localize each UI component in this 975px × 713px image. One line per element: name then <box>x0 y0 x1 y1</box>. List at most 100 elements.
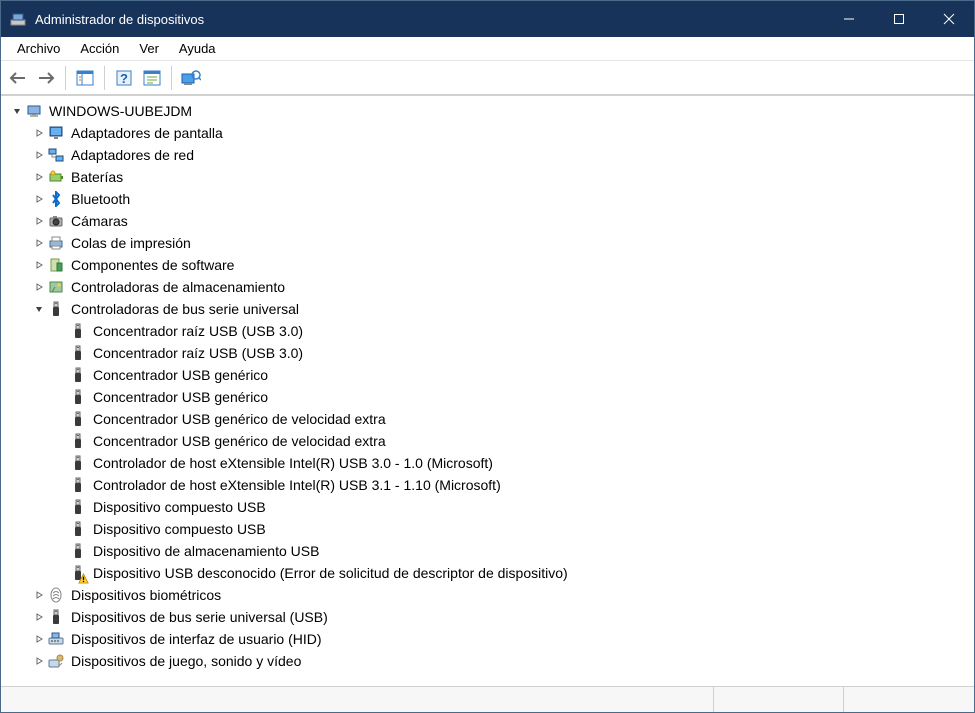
usb-icon <box>69 476 87 494</box>
statusbar <box>1 686 974 712</box>
tree-device-node[interactable]: Concentrador USB genérico de velocidad e… <box>5 408 974 430</box>
tree-node-label: Baterías <box>69 169 123 185</box>
minimize-button[interactable] <box>824 1 874 37</box>
tree-device-node[interactable]: Concentrador raíz USB (USB 3.0) <box>5 320 974 342</box>
tree-category-node[interactable]: Dispositivos de interfaz de usuario (HID… <box>5 628 974 650</box>
toolbar-separator <box>104 66 105 90</box>
tree-category-node[interactable]: Dispositivos de juego, sonido y vídeo <box>5 650 974 672</box>
tree-device-node[interactable]: Dispositivo compuesto USB <box>5 518 974 540</box>
network-icon <box>47 146 65 164</box>
camera-icon <box>47 212 65 230</box>
tree-category-node[interactable]: Dispositivos de bus serie universal (USB… <box>5 606 974 628</box>
tree-node-label: Controlador de host eXtensible Intel(R) … <box>91 477 501 493</box>
expand-icon[interactable] <box>31 279 47 295</box>
usb-icon <box>69 344 87 362</box>
tree-category-node[interactable]: Adaptadores de pantalla <box>5 122 974 144</box>
scan-hardware-button[interactable] <box>178 65 204 91</box>
tree-device-node[interactable]: Concentrador USB genérico <box>5 364 974 386</box>
tree-node-label: Adaptadores de red <box>69 147 194 163</box>
tree-category-node[interactable]: Baterías <box>5 166 974 188</box>
menu-ayuda[interactable]: Ayuda <box>169 39 226 58</box>
tree-node-label: Concentrador USB genérico de velocidad e… <box>91 411 386 427</box>
tree-node-label: Cámaras <box>69 213 128 229</box>
tree-device-node[interactable]: Controlador de host eXtensible Intel(R) … <box>5 474 974 496</box>
tree-root-node[interactable]: WINDOWS-UUBEJDM <box>5 100 974 122</box>
toolbar-separator <box>65 66 66 90</box>
expand-icon[interactable] <box>31 191 47 207</box>
toolbar: ? <box>1 61 974 95</box>
tree-category-node[interactable]: Colas de impresión <box>5 232 974 254</box>
status-cell <box>714 687 844 712</box>
tree-device-node[interactable]: Concentrador USB genérico <box>5 386 974 408</box>
device-manager-icon <box>9 10 27 28</box>
tree-category-node[interactable]: Adaptadores de red <box>5 144 974 166</box>
tree-category-node[interactable]: Controladoras de almacenamiento <box>5 276 974 298</box>
expand-icon[interactable] <box>31 125 47 141</box>
tree-node-label: Dispositivo compuesto USB <box>91 521 266 537</box>
properties-button[interactable] <box>139 65 165 91</box>
tree-node-label: Dispositivos de interfaz de usuario (HID… <box>69 631 322 647</box>
status-cell <box>844 687 974 712</box>
toolbar-separator <box>171 66 172 90</box>
menubar: Archivo Acción Ver Ayuda <box>1 37 974 61</box>
tree-device-node[interactable]: Dispositivo de almacenamiento USB <box>5 540 974 562</box>
tree-device-node[interactable]: Concentrador USB genérico de velocidad e… <box>5 430 974 452</box>
back-button[interactable] <box>5 65 31 91</box>
tree-node-label: Dispositivo USB desconocido (Error de so… <box>91 565 568 581</box>
tree-node-label: Controlador de host eXtensible Intel(R) … <box>91 455 493 471</box>
menu-accion[interactable]: Acción <box>70 39 129 58</box>
tree-category-node[interactable]: Bluetooth <box>5 188 974 210</box>
tree-category-node[interactable]: Controladoras de bus serie universal <box>5 298 974 320</box>
expand-icon[interactable] <box>31 213 47 229</box>
window-title: Administrador de dispositivos <box>35 12 824 27</box>
tree-node-label: Dispositivo de almacenamiento USB <box>91 543 319 559</box>
tree-node-label: Dispositivos de juego, sonido y vídeo <box>69 653 301 669</box>
close-button[interactable] <box>924 1 974 37</box>
tree-node-label: Concentrador USB genérico <box>91 389 268 405</box>
expand-icon[interactable] <box>31 257 47 273</box>
expand-icon[interactable] <box>31 609 47 625</box>
usb-icon <box>69 542 87 560</box>
usb-icon <box>69 322 87 340</box>
expand-icon[interactable] <box>31 235 47 251</box>
tree-device-node[interactable]: Concentrador raíz USB (USB 3.0) <box>5 342 974 364</box>
expand-icon[interactable] <box>31 631 47 647</box>
tree-device-node[interactable]: Dispositivo USB desconocido (Error de so… <box>5 562 974 584</box>
usb-icon <box>69 564 87 582</box>
expand-icon[interactable] <box>31 169 47 185</box>
collapse-icon[interactable] <box>9 103 25 119</box>
expand-icon[interactable] <box>31 147 47 163</box>
tree-node-label: Concentrador raíz USB (USB 3.0) <box>91 345 303 361</box>
expand-icon[interactable] <box>31 587 47 603</box>
tree-category-node[interactable]: Componentes de software <box>5 254 974 276</box>
window-controls <box>824 1 974 37</box>
tree-node-label: Dispositivos de bus serie universal (USB… <box>69 609 328 625</box>
tree-node-label: Bluetooth <box>69 191 130 207</box>
tree-category-node[interactable]: Cámaras <box>5 210 974 232</box>
menu-archivo[interactable]: Archivo <box>7 39 70 58</box>
usb-icon <box>47 608 65 626</box>
titlebar: Administrador de dispositivos <box>1 1 974 37</box>
usb-icon <box>69 498 87 516</box>
tree-node-label: Colas de impresión <box>69 235 191 251</box>
tree-device-node[interactable]: Dispositivo compuesto USB <box>5 496 974 518</box>
tree-node-label: WINDOWS-UUBEJDM <box>47 103 192 119</box>
collapse-icon[interactable] <box>31 301 47 317</box>
help-button[interactable]: ? <box>111 65 137 91</box>
computer-icon <box>25 102 43 120</box>
forward-button[interactable] <box>33 65 59 91</box>
tree-device-node[interactable]: Controlador de host eXtensible Intel(R) … <box>5 452 974 474</box>
maximize-button[interactable] <box>874 1 924 37</box>
tree-node-label: Concentrador raíz USB (USB 3.0) <box>91 323 303 339</box>
expand-icon[interactable] <box>31 653 47 669</box>
device-tree[interactable]: WINDOWS-UUBEJDM Adaptadores de pantalla Ad… <box>1 96 974 686</box>
monitor-icon <box>47 124 65 142</box>
svg-text:?: ? <box>120 71 128 86</box>
tree-node-label: Concentrador USB genérico <box>91 367 268 383</box>
usb-icon <box>69 454 87 472</box>
show-hide-tree-button[interactable] <box>72 65 98 91</box>
menu-ver[interactable]: Ver <box>129 39 169 58</box>
tree-node-label: Adaptadores de pantalla <box>69 125 223 141</box>
tree-node-label: Dispositivo compuesto USB <box>91 499 266 515</box>
tree-category-node[interactable]: Dispositivos biométricos <box>5 584 974 606</box>
